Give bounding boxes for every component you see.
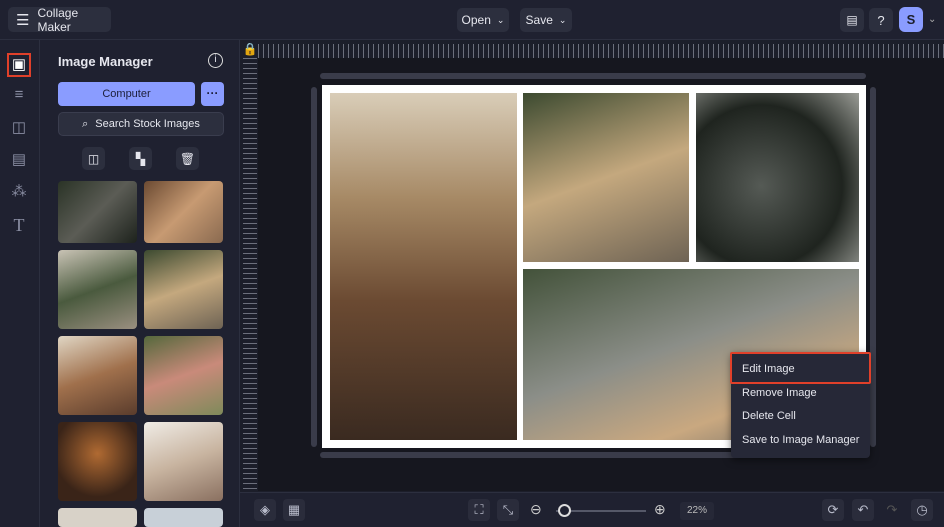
open-button[interactable]: Open ⌄: [457, 8, 509, 32]
image-thumbnail[interactable]: [144, 336, 223, 415]
horizontal-ruler: [258, 44, 944, 58]
app-menu-button[interactable]: ☰ Collage Maker: [8, 5, 111, 34]
chevron-down-icon: ⌄: [496, 14, 505, 25]
context-menu: Edit Image Remove Image Delete Cell Save…: [730, 352, 871, 458]
resize-handle-right[interactable]: [870, 87, 876, 447]
panel-title: Image Manager: [58, 54, 153, 69]
feedback-icon[interactable]: ▤: [840, 8, 864, 32]
hamburger-icon: ☰: [16, 11, 30, 29]
image-thumbnail[interactable]: [58, 336, 137, 415]
collage-cell-family-dinner[interactable]: [330, 93, 517, 440]
layers-icon[interactable]: ◈: [254, 499, 276, 521]
chevron-down-icon: ⌄: [558, 14, 567, 25]
info-icon[interactable]: i: [208, 53, 223, 68]
image-thumbnail[interactable]: [58, 422, 137, 501]
resize-handle-top[interactable]: [320, 73, 866, 79]
layout-icon[interactable]: ◫: [82, 147, 105, 170]
undo-icon[interactable]: ↶: [852, 499, 874, 521]
more-options-button[interactable]: ···: [201, 82, 224, 106]
image-thumbnail[interactable]: [144, 250, 223, 329]
lock-icon[interactable]: 🔒: [242, 42, 258, 58]
image-manager-panel: Image Manager i Computer ··· ⌕ Search Sto…: [40, 40, 240, 527]
collage-cell-mother-daughter[interactable]: [523, 93, 689, 262]
background-icon[interactable]: ▤: [9, 150, 29, 170]
zoom-out-icon[interactable]: ⊖: [530, 501, 542, 518]
vertical-ruler: [243, 58, 257, 491]
search-icon: ⌕: [82, 117, 89, 130]
menu-item-edit-image[interactable]: Edit Image: [742, 363, 795, 375]
zoom-value[interactable]: 22%: [680, 502, 714, 520]
chevron-down-icon[interactable]: ⌄: [928, 14, 936, 25]
avatar[interactable]: S: [899, 7, 923, 32]
text-icon[interactable]: T: [9, 215, 29, 235]
grid-icon[interactable]: ▦: [283, 499, 305, 521]
image-thumbnail[interactable]: [144, 508, 223, 527]
menu-item-delete-cell[interactable]: Delete Cell: [742, 410, 796, 422]
trash-icon[interactable]: 🗑: [176, 147, 199, 170]
bottom-toolbar: ◈ ▦ ⛶ ⤡ ⊖ ⊕ 22% ⟳ ↶ ↷ ◷: [240, 492, 944, 527]
image-thumbnail[interactable]: [144, 181, 223, 243]
image-icon[interactable]: ▣: [7, 53, 31, 77]
redo-icon[interactable]: ↷: [881, 499, 903, 521]
shrink-icon[interactable]: ⤡: [497, 499, 519, 521]
collage-cell-ornament[interactable]: [696, 93, 859, 262]
refresh-icon[interactable]: ⟳: [822, 499, 844, 521]
save-button[interactable]: Save ⌄: [520, 8, 572, 32]
menu-item-save-to-image-manager[interactable]: Save to Image Manager: [742, 434, 859, 446]
tool-rail: ▣ ≡ ◫ ▤ ⁂ T: [0, 40, 40, 527]
menu-item-remove-image[interactable]: Remove Image: [742, 387, 817, 399]
zoom-in-icon[interactable]: ⊕: [654, 501, 666, 518]
computer-upload-button[interactable]: Computer: [58, 82, 195, 106]
image-thumbnail[interactable]: [144, 422, 223, 501]
zoom-slider-handle[interactable]: [558, 504, 571, 517]
elements-icon[interactable]: ⁂: [9, 182, 29, 202]
sliders-icon[interactable]: ≡: [9, 85, 29, 105]
top-bar: ☰ Collage Maker Open ⌄ Save ⌄ ▤ ? S ⌄: [0, 0, 944, 40]
grid-layout-icon[interactable]: ▚: [129, 147, 152, 170]
fit-screen-icon[interactable]: ⛶: [468, 499, 490, 521]
app-title: Collage Maker: [37, 5, 79, 34]
resize-handle-left[interactable]: [311, 87, 317, 447]
image-thumbnail[interactable]: [58, 250, 137, 329]
image-thumbnail[interactable]: [58, 181, 137, 243]
history-icon[interactable]: ◷: [911, 499, 933, 521]
search-stock-images-button[interactable]: ⌕ Search Stock Images: [58, 112, 224, 136]
help-icon[interactable]: ?: [869, 8, 893, 32]
image-thumbnail[interactable]: [58, 508, 137, 527]
layout-icon[interactable]: ◫: [9, 118, 29, 138]
